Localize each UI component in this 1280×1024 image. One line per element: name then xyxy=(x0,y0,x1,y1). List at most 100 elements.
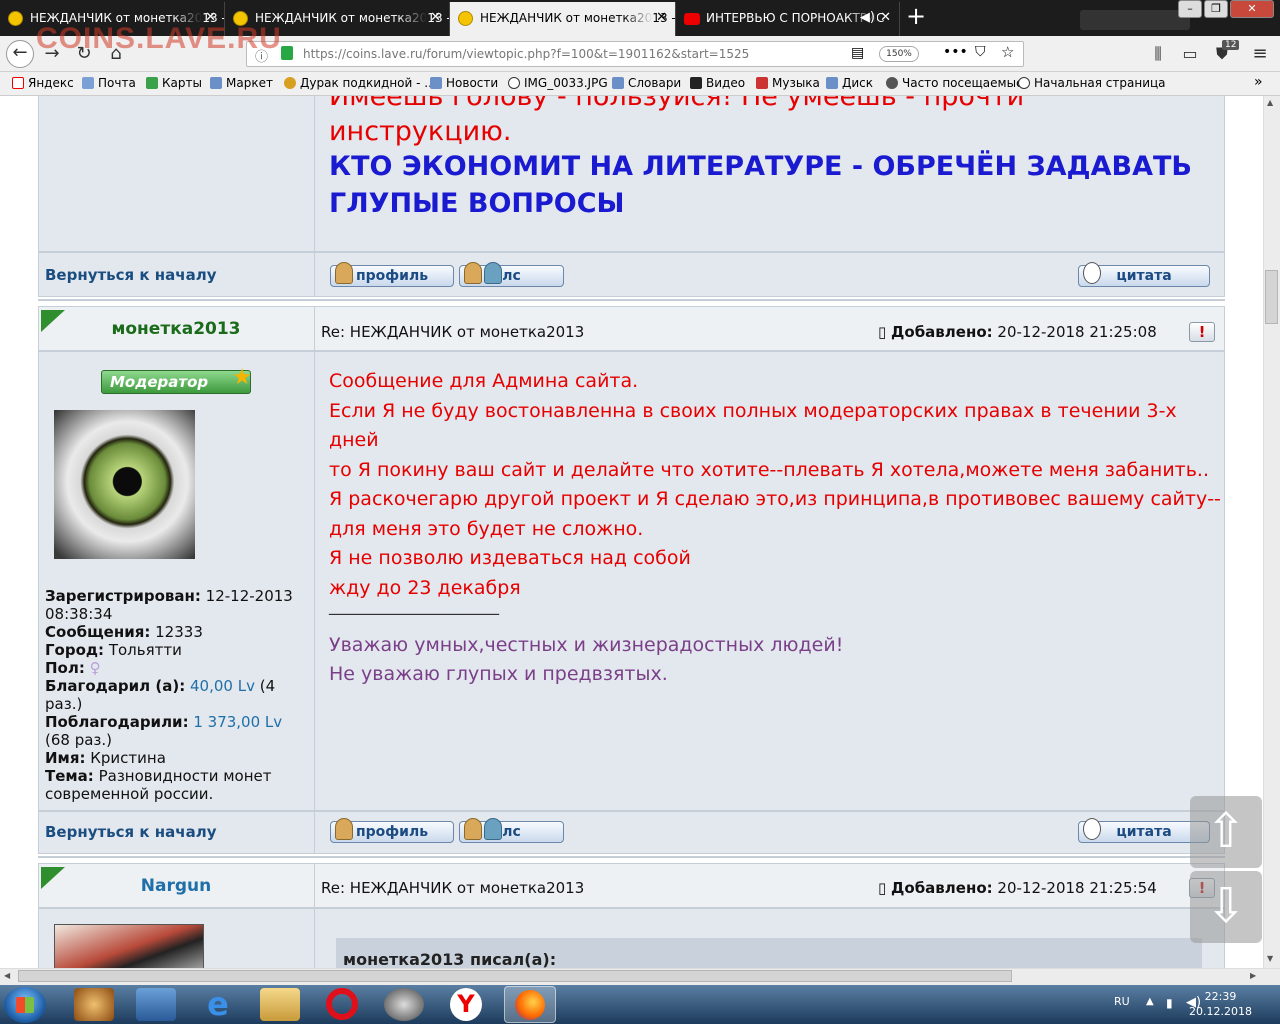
titlebar-thumb xyxy=(1080,10,1190,30)
signature-divider: ____________________ xyxy=(329,596,499,616)
zoom-level[interactable]: 150% xyxy=(879,46,919,62)
page-actions-icon[interactable]: ••• xyxy=(943,44,968,60)
close-tab-icon[interactable]: ✕ xyxy=(430,2,441,34)
close-window-button[interactable]: ✕ xyxy=(1230,0,1274,18)
quote-block: монетка2013 писал(а): xyxy=(336,938,1202,968)
scroll-up-button[interactable]: ⇧ xyxy=(1190,796,1262,868)
user-icon xyxy=(335,818,353,840)
post-date: ▯ Добавлено: 20-12-2018 21:25:08 xyxy=(878,323,1157,341)
scroll-up-arrow-icon: ▲ xyxy=(1267,98,1274,107)
user-icon xyxy=(484,262,502,284)
speaker-icon[interactable]: ◀) xyxy=(860,2,875,34)
bookmark-home[interactable]: Начальная страница xyxy=(1018,76,1166,90)
tab[interactable]: ИНТЕРВЬЮ С ПОРНОАКТРИС ◀) ✕ xyxy=(676,2,900,36)
close-tab-icon[interactable]: ✕ xyxy=(656,2,667,34)
bookmarks-overflow-icon[interactable]: » xyxy=(1254,74,1263,90)
post-username[interactable]: Nargun xyxy=(40,876,312,896)
bookmark-news[interactable]: Новости xyxy=(430,76,498,90)
prev-post-text-blue2: ГЛУПЫЕ ВОПРОСЫ xyxy=(329,188,625,219)
scroll-down-arrow-icon: ▼ xyxy=(1267,954,1274,963)
youtube-favicon-icon xyxy=(684,13,700,25)
signature: Уважаю умных,честных и жизнерадостных лю… xyxy=(329,634,844,685)
profile-button[interactable]: профиль xyxy=(330,818,454,843)
network-icon[interactable]: ▮ xyxy=(1166,996,1173,1010)
explorer-folder-icon[interactable] xyxy=(260,988,300,1021)
pm-button[interactable]: лс xyxy=(459,818,564,843)
thanked-amount[interactable]: 40,00 Lv xyxy=(190,677,255,695)
user-avatar[interactable] xyxy=(54,410,195,559)
quote-button[interactable]: цитата xyxy=(1078,262,1210,287)
smiley-favicon-icon xyxy=(458,11,473,26)
close-tab-icon[interactable]: ✕ xyxy=(880,2,891,34)
bookmark-maps[interactable]: Карты xyxy=(146,76,202,90)
bookmark-durak[interactable]: Дурак подкидной - ... xyxy=(284,76,436,90)
user-icon xyxy=(335,262,353,284)
user-icon xyxy=(484,818,502,840)
reader-view-icon[interactable]: ▤ xyxy=(851,45,864,61)
pm-button[interactable]: лс xyxy=(459,262,564,287)
firefox-taskbar-button[interactable] xyxy=(504,986,556,1023)
opera-icon[interactable] xyxy=(326,988,358,1020)
post-username[interactable]: монетка2013 xyxy=(40,319,312,339)
notification-badge: 12 xyxy=(1222,40,1240,50)
post-title: Re: НЕЖДАНЧИК от монетка2013 xyxy=(321,879,585,897)
back-button[interactable]: ← xyxy=(6,40,34,68)
horizontal-scroll-thumb[interactable] xyxy=(18,970,1012,982)
menu-icon[interactable]: ≡ xyxy=(1248,42,1272,66)
vertical-scroll-thumb[interactable] xyxy=(1265,270,1278,324)
app-icon-eye[interactable] xyxy=(74,988,114,1021)
forum-page: Имеешь голову - пользуйся! Не умеешь - п… xyxy=(0,96,1263,968)
new-tab-button[interactable]: + xyxy=(904,2,928,32)
post-message: Сообщение для Админа сайта. Если Я не бу… xyxy=(329,370,1221,599)
address-bar[interactable]: ⓘ https://coins.lave.ru/forum/viewtopic.… xyxy=(246,41,1024,67)
post-date: ▯ Добавлено: 20-12-2018 21:25:54 xyxy=(878,879,1157,897)
user-info: Зарегистрирован: 12-12-2013 08:38:34 Соо… xyxy=(45,587,293,803)
scroll-left-arrow-icon: ◀ xyxy=(4,971,11,980)
bookmark-dictionaries[interactable]: Словари xyxy=(612,76,681,90)
media-player-icon[interactable] xyxy=(136,988,176,1021)
yandex-browser-icon[interactable]: Y xyxy=(450,988,482,1021)
quote-header: монетка2013 писал(а): xyxy=(343,950,557,968)
female-gender-icon: ♀ xyxy=(89,659,101,677)
app-icon-mask[interactable] xyxy=(384,988,424,1021)
back-to-top-link[interactable]: Вернуться к началу xyxy=(45,266,216,284)
user-icon xyxy=(464,818,482,840)
lock-icon xyxy=(281,46,293,60)
minimize-button[interactable]: – xyxy=(1178,0,1202,18)
language-indicator[interactable]: RU xyxy=(1114,995,1130,1008)
scroll-right-arrow-icon: ▶ xyxy=(1250,971,1257,980)
system-clock[interactable]: 22:39 20.12.2018 xyxy=(1189,989,1252,1019)
pocket-icon[interactable]: ⛉ xyxy=(975,44,986,60)
maximize-button[interactable]: ❐ xyxy=(1204,0,1228,18)
prev-post-text-blue1: КТО ЭКОНОМИТ НА ЛИТЕРАТУРЕ - ОБРЕЧЁН ЗАД… xyxy=(329,151,1192,182)
bookmark-video[interactable]: Видео xyxy=(690,76,745,90)
bookmark-frequent[interactable]: Часто посещаемые xyxy=(886,76,1023,90)
library-icon[interactable]: ⫼ xyxy=(1146,42,1170,66)
user-avatar[interactable] xyxy=(54,924,204,968)
bookmark-star-icon[interactable]: ☆ xyxy=(1001,43,1014,61)
bookmark-market[interactable]: Маркет xyxy=(210,76,273,90)
bookmark-music[interactable]: Музыка xyxy=(756,76,820,90)
bookmark-mail[interactable]: Почта xyxy=(82,76,136,90)
was-thanked-amount[interactable]: 1 373,00 Lv xyxy=(193,713,282,731)
url-text: https://coins.lave.ru/forum/viewtopic.ph… xyxy=(303,47,750,61)
vertical-scrollbar[interactable]: ▲ ▼ xyxy=(1263,96,1280,968)
star-icon: ★ xyxy=(232,365,252,390)
tray-arrow-icon[interactable]: ▲ xyxy=(1146,996,1154,1007)
smiley-favicon-icon xyxy=(8,11,23,26)
scroll-down-button[interactable]: ⇩ xyxy=(1190,871,1262,943)
user-icon xyxy=(464,262,482,284)
prev-post-text-red2: инструкцию. xyxy=(329,116,512,147)
tab-active[interactable]: НЕЖДАНЧИК от монетка2013 - ✕ xyxy=(450,2,676,36)
bookmarks-bar: Яндекс Почта Карты Маркет Дурак подкидно… xyxy=(0,72,1280,96)
back-to-top-link[interactable]: Вернуться к началу xyxy=(45,823,216,841)
report-button[interactable]: ! xyxy=(1189,322,1215,342)
profile-button[interactable]: профиль xyxy=(330,262,454,287)
moderator-rank-badge: Модератор ★ xyxy=(101,365,252,394)
internet-explorer-icon[interactable]: e xyxy=(198,988,238,1021)
bookmark-disk[interactable]: Диск xyxy=(826,76,873,90)
sidebar-icon[interactable]: ▭ xyxy=(1178,42,1202,66)
start-button[interactable] xyxy=(4,987,46,1023)
bookmark-img[interactable]: IMG_0033.JPG xyxy=(508,76,608,90)
bookmark-yandex[interactable]: Яндекс xyxy=(12,76,74,90)
